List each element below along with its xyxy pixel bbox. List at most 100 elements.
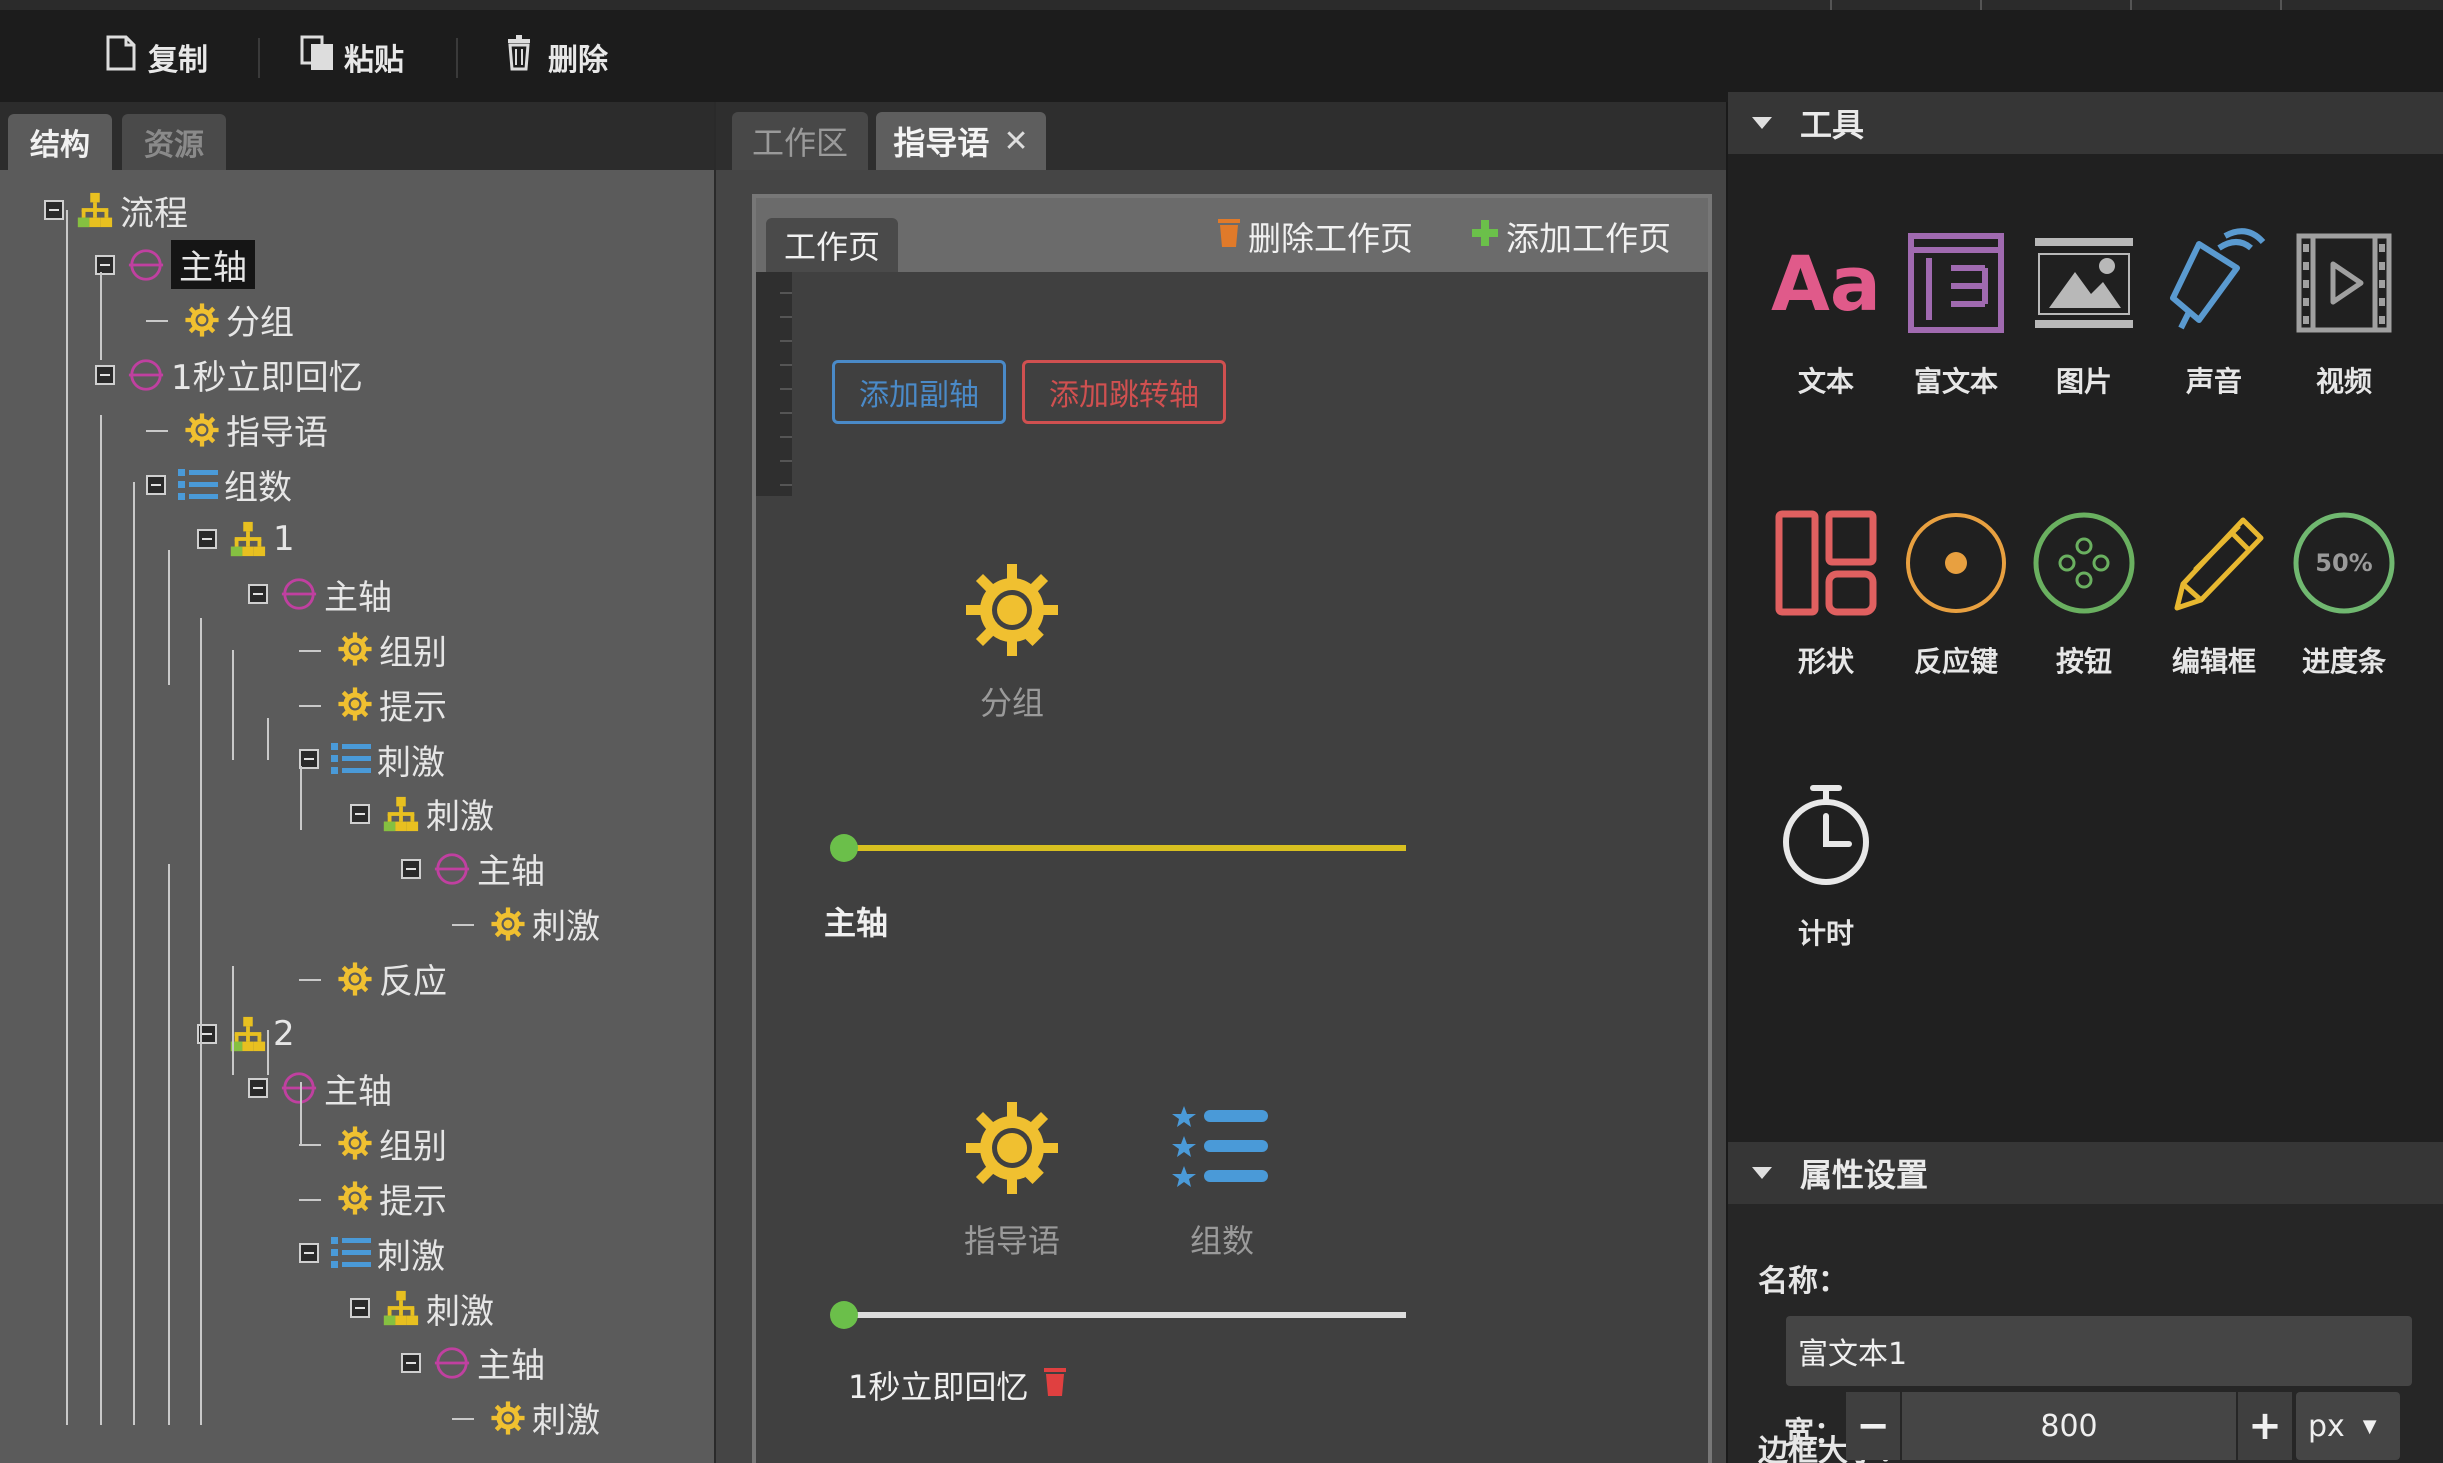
timeline-start-dot[interactable] bbox=[830, 834, 858, 862]
properties-header[interactable]: 属性设置 bbox=[1728, 1142, 2443, 1204]
tree-guide-line bbox=[232, 966, 234, 1075]
tree-node[interactable]: 刺激 bbox=[452, 1392, 600, 1444]
tool-button-label: 按钮 bbox=[2055, 645, 2112, 678]
collapse-toggle-icon[interactable] bbox=[146, 474, 166, 495]
tree-connector bbox=[146, 410, 178, 450]
collapse-toggle-icon[interactable] bbox=[44, 200, 64, 220]
gear-icon bbox=[337, 961, 373, 997]
count-node[interactable]: 组数 bbox=[1152, 1098, 1292, 1262]
top-strip bbox=[0, 0, 2443, 10]
tree-node[interactable]: 主轴 bbox=[401, 843, 545, 895]
tree-node[interactable]: 分组 bbox=[146, 294, 294, 346]
trash-icon[interactable] bbox=[1042, 1364, 1068, 1406]
name-label: 名称： bbox=[1758, 1264, 1848, 1299]
add-jump-axis-button[interactable]: 添加跳转轴 bbox=[1022, 360, 1226, 424]
tree-node[interactable]: 刺激 bbox=[299, 1227, 445, 1279]
tab-workspace[interactable]: 工作区 bbox=[732, 112, 868, 170]
structure-tree: 流程 主轴 分组 1秒立即回忆 指导语 组数 1 主轴 组别 提示 刺激 刺激 主轴 刺激 反应 2 主轴 组别提… bbox=[0, 170, 714, 1463]
tool-progress[interactable]: 50% 进度条 bbox=[2284, 508, 2404, 680]
tree-guide-line bbox=[267, 1030, 269, 1075]
group-node-label: 分组 bbox=[979, 684, 1044, 722]
tree-node-label: 提示 bbox=[379, 687, 447, 728]
unit-select[interactable]: px ▼ bbox=[2296, 1392, 2400, 1460]
group-node[interactable]: 分组 bbox=[942, 560, 1082, 724]
tool-image[interactable]: 图片 bbox=[2024, 228, 2144, 400]
tool-button[interactable]: 按钮 bbox=[2024, 508, 2144, 680]
tool-text[interactable]: Aa 文本 bbox=[1766, 228, 1886, 400]
width-decrement-button[interactable]: − bbox=[1846, 1392, 1900, 1460]
tab-instruction[interactable]: 指导语 ✕ bbox=[876, 112, 1046, 170]
tool-response-key[interactable]: 反应键 bbox=[1896, 508, 2016, 680]
tree-connector bbox=[299, 684, 331, 724]
tree-node[interactable]: 主轴 bbox=[248, 1062, 392, 1114]
name-input[interactable]: 富文本1 bbox=[1786, 1316, 2412, 1386]
recall-axis-label: 1秒立即回忆 bbox=[848, 1368, 1029, 1406]
tree-node[interactable]: 提示 bbox=[299, 1172, 447, 1224]
tool-video[interactable]: 视频 bbox=[2284, 228, 2404, 400]
tool-timer[interactable]: 计时 bbox=[1766, 780, 1886, 952]
instruction-node[interactable]: 指导语 bbox=[942, 1098, 1082, 1262]
add-workpage-button[interactable]: 添加工作页 bbox=[1470, 216, 1671, 258]
hierarchy-icon bbox=[382, 1289, 420, 1327]
tree-node-label: 主轴 bbox=[324, 577, 392, 618]
tools-header[interactable]: 工具 bbox=[1728, 92, 2443, 154]
tree-node[interactable]: 提示 bbox=[299, 678, 447, 730]
tools-grid: Aa 文本 富文本 图片 声音 视频 形状 反应键 按钮 编辑框 50% 进度条… bbox=[1728, 154, 2443, 1142]
gear-icon bbox=[184, 302, 220, 338]
list-icon bbox=[178, 467, 218, 503]
tree-node-label: 刺激 bbox=[532, 1401, 600, 1442]
tree-node[interactable]: 组别 bbox=[299, 623, 447, 675]
tree-node[interactable]: 2 bbox=[197, 1008, 295, 1060]
collapse-toggle-icon[interactable] bbox=[299, 749, 319, 769]
tree-node[interactable]: 1秒立即回忆 bbox=[95, 349, 363, 401]
tab-workpage[interactable]: 工作页 bbox=[766, 218, 898, 272]
collapse-toggle-icon[interactable] bbox=[95, 254, 115, 275]
collapse-toggle-icon[interactable] bbox=[299, 1243, 319, 1264]
collapse-toggle-icon[interactable] bbox=[350, 803, 370, 824]
tool-edit-box[interactable]: 编辑框 bbox=[2154, 508, 2274, 680]
collapse-toggle-icon[interactable] bbox=[248, 1078, 268, 1099]
timeline-start-dot[interactable] bbox=[830, 1301, 858, 1329]
tree-node[interactable]: 反应 bbox=[299, 953, 447, 1005]
collapse-toggle-icon[interactable] bbox=[197, 529, 217, 550]
list-icon bbox=[1172, 1106, 1268, 1187]
instruction-node-label: 指导语 bbox=[963, 1222, 1060, 1260]
tree-node[interactable]: 主轴 bbox=[401, 1337, 545, 1389]
tool-rich-text[interactable]: 富文本 bbox=[1896, 228, 2016, 400]
tool-sound[interactable]: 声音 bbox=[2154, 228, 2274, 400]
tree-node[interactable]: 1 bbox=[197, 513, 295, 565]
copy-icon bbox=[102, 33, 140, 81]
tree-node[interactable]: 主轴 bbox=[95, 239, 255, 291]
paste-button[interactable]: 粘贴 bbox=[298, 34, 404, 80]
tree-node[interactable]: 刺激 bbox=[350, 1282, 494, 1334]
tab-instruction-label: 指导语 bbox=[893, 124, 990, 162]
workpage-canvas[interactable]: 添加副轴 添加跳转轴 分组 主轴 指导语 组数 1秒立即回忆 bbox=[756, 272, 1708, 1463]
width-increment-button[interactable]: + bbox=[2238, 1392, 2292, 1460]
close-icon[interactable]: ✕ bbox=[1003, 124, 1028, 159]
collapse-toggle-icon[interactable] bbox=[350, 1298, 370, 1318]
tree-node[interactable]: 刺激 bbox=[299, 733, 445, 785]
collapse-toggle-icon[interactable] bbox=[401, 1352, 421, 1373]
sound-icon bbox=[2170, 228, 2266, 330]
tree-node[interactable]: 刺激 bbox=[452, 898, 600, 950]
tree-node[interactable]: 组数 bbox=[146, 459, 292, 511]
tab-structure[interactable]: 结构 bbox=[8, 114, 112, 170]
add-sub-axis-button[interactable]: 添加副轴 bbox=[832, 360, 1006, 424]
collapse-toggle-icon[interactable] bbox=[248, 584, 268, 605]
tree-node[interactable]: 指导语 bbox=[146, 404, 328, 456]
delete-button[interactable]: 删除 bbox=[502, 34, 608, 80]
tree-node[interactable]: 刺激 bbox=[350, 788, 494, 840]
tree-node[interactable]: 组别 bbox=[299, 1117, 447, 1169]
tree-node-label: 反应 bbox=[379, 962, 447, 1003]
collapse-toggle-icon[interactable] bbox=[95, 364, 115, 385]
tab-resources[interactable]: 资源 bbox=[122, 114, 226, 170]
tree-node-label: 2 bbox=[273, 1013, 295, 1054]
unit-select-value: px bbox=[2308, 1408, 2345, 1444]
delete-workpage-button[interactable]: 删除工作页 bbox=[1216, 216, 1413, 258]
width-input[interactable]: 800 bbox=[1902, 1392, 2236, 1460]
tree-node[interactable]: 主轴 bbox=[248, 568, 392, 620]
tree-guide-line bbox=[133, 482, 135, 1425]
tool-shape[interactable]: 形状 bbox=[1766, 508, 1886, 680]
copy-button[interactable]: 复制 bbox=[102, 34, 208, 80]
collapse-toggle-icon[interactable] bbox=[401, 858, 421, 879]
